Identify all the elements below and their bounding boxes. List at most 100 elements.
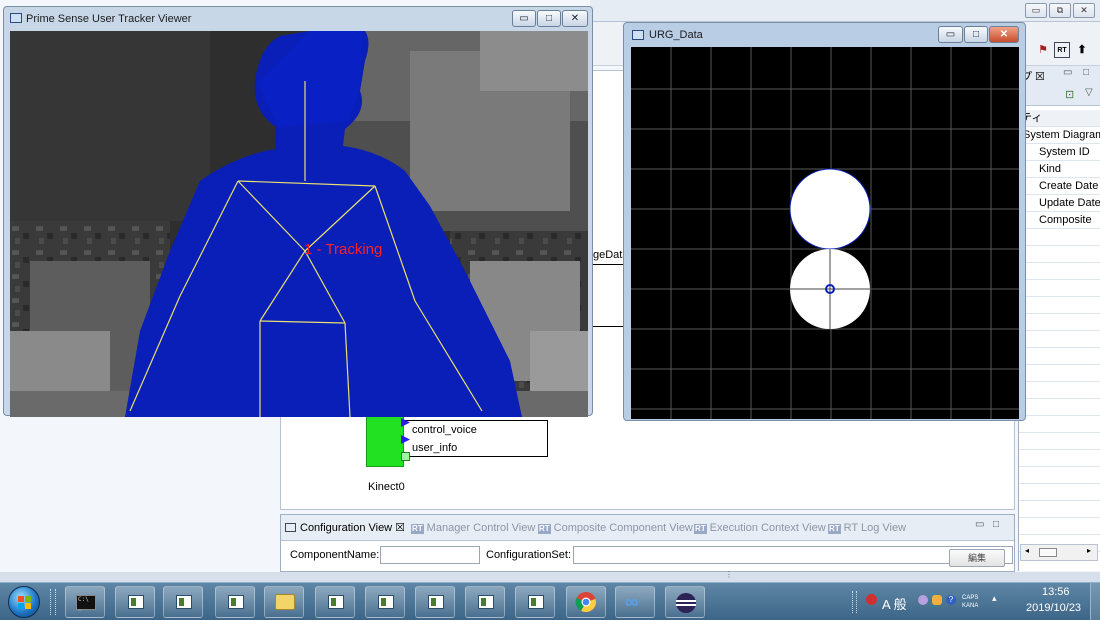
rt-toolbar-button[interactable]: RT	[1054, 42, 1070, 58]
start-button[interactable]	[8, 586, 40, 618]
port-connector-line	[593, 264, 627, 265]
detected-object-circle	[789, 168, 871, 250]
show-desktop-button[interactable]	[1090, 583, 1100, 620]
empty-property-row	[1019, 501, 1100, 518]
inport-icon[interactable]	[401, 452, 410, 461]
properties-header: プ ☒ ▭ □ ⊡ ▽	[1019, 66, 1100, 106]
urg-data-window[interactable]: URG_Data ▭ □ ✕	[623, 22, 1026, 421]
rt-perspective-icon[interactable]: ⬆	[1074, 42, 1090, 58]
config-view-minimize-icon[interactable]: ▭	[975, 519, 984, 530]
tab-rt-log-view[interactable]: RT RT Log View	[828, 520, 906, 536]
tab-composite-component-view[interactable]: RT Composite Component View	[538, 520, 693, 536]
urg-close-button[interactable]: ✕	[989, 26, 1019, 43]
taskbar-infinity-app-button[interactable]: ∞	[615, 586, 655, 618]
window-icon	[528, 595, 544, 609]
taskbar-window-button[interactable]	[515, 586, 555, 618]
window-icon	[428, 595, 444, 609]
taskbar-cmd-button[interactable]: C:\ _	[65, 586, 105, 618]
prop-row-system-diagram[interactable]: System Diagram	[1019, 127, 1100, 144]
tracker-close-button[interactable]: ✕	[562, 10, 588, 27]
empty-property-row	[1019, 433, 1100, 450]
ime-tool-icon[interactable]	[932, 595, 942, 605]
empty-property-row	[1019, 297, 1100, 314]
prop-row-composite[interactable]: Composite	[1019, 212, 1100, 229]
urg-minimize-button[interactable]: ▭	[938, 26, 963, 43]
empty-property-row	[1019, 365, 1100, 382]
empty-property-row	[1019, 484, 1100, 501]
clock-time[interactable]: 13:56	[1042, 586, 1070, 598]
connector-icon[interactable]: ⚑	[1035, 42, 1051, 58]
ime-pad-icon[interactable]	[918, 595, 928, 605]
taskbar-window-button[interactable]	[365, 586, 405, 618]
user-tracker-window[interactable]: Prime Sense User Tracker Viewer ▭ □ ✕ 1 …	[3, 6, 593, 417]
new-view-icon[interactable]: ⊡	[1065, 88, 1074, 101]
language-bar-icon[interactable]	[866, 594, 877, 605]
scroll-left-icon[interactable]: ◂	[1025, 546, 1029, 555]
urg-title-bar[interactable]: URG_Data ▭ □ ✕	[624, 23, 1025, 47]
workbench-title-bar: ▭ ⧉ ✕	[590, 0, 1100, 22]
eclipse-icon	[676, 593, 696, 613]
taskbar-explorer-button[interactable]	[264, 586, 304, 618]
properties-column-header: ティ	[1019, 110, 1100, 127]
infinity-app-icon: ∞	[625, 592, 639, 613]
workbench-restore-button[interactable]: ⧉	[1049, 3, 1071, 18]
empty-property-row	[1019, 518, 1100, 535]
port-label-control-voice: control_voice	[412, 424, 477, 436]
empty-property-row	[1019, 382, 1100, 399]
prop-row-create-date[interactable]: Create Date	[1019, 178, 1100, 195]
tab-manager-control-view[interactable]: RT Manager Control View	[411, 520, 535, 536]
view-menu-icon[interactable]: ▽	[1085, 87, 1093, 98]
help-icon[interactable]: ?	[946, 595, 956, 605]
ime-mode-indicator[interactable]: A 般	[882, 594, 907, 613]
windows-taskbar: C:\ _ ∞ A 般 ? CAPS KANA ▴ 13:56 2019/10/…	[0, 582, 1100, 620]
tracker-minimize-button[interactable]: ▭	[512, 10, 536, 27]
urg-maximize-button[interactable]: □	[964, 26, 988, 43]
taskbar-window-button[interactable]	[115, 586, 155, 618]
tracker-maximize-button[interactable]: □	[537, 10, 561, 27]
view-maximize-icon[interactable]: □	[1083, 67, 1089, 78]
taskbar-window-button[interactable]	[215, 586, 255, 618]
system-tray: A 般 ? CAPS KANA ▴ 13:56 2019/10/23	[850, 583, 1100, 620]
kana-indicator: KANA	[962, 603, 979, 609]
view-minimize-icon[interactable]: ▭	[1063, 67, 1072, 78]
properties-horizontal-scrollbar[interactable]: ◂ ▸	[1020, 544, 1098, 561]
rt-icon: RT	[694, 524, 707, 534]
config-view-maximize-icon[interactable]: □	[993, 519, 999, 530]
taskbar-window-button[interactable]	[163, 586, 203, 618]
scroll-thumb[interactable]	[1039, 548, 1057, 557]
configuration-set-field[interactable]	[573, 546, 1013, 564]
urg-scan-canvas	[631, 47, 1019, 419]
empty-property-row	[1019, 263, 1100, 280]
kinect-component[interactable]	[366, 414, 404, 467]
command-prompt-icon: C:\ _	[76, 595, 96, 611]
taskbar-window-button[interactable]	[315, 586, 355, 618]
tracker-title-bar[interactable]: Prime Sense User Tracker Viewer ▭ □ ✕	[4, 7, 592, 31]
properties-panel: プ ☒ ▭ □ ⊡ ▽ ティ System Diagram System ID …	[1018, 66, 1100, 571]
taskbar-eclipse-button[interactable]	[665, 586, 705, 618]
workbench-minimize-button[interactable]: ▭	[1025, 3, 1047, 18]
component-name-label: ComponentName:	[290, 549, 380, 561]
edit-button[interactable]: 編集	[949, 549, 1005, 567]
empty-property-row	[1019, 331, 1100, 348]
component-name-field[interactable]	[380, 546, 480, 564]
empty-property-row	[1019, 450, 1100, 467]
workbench-close-button[interactable]: ✕	[1073, 3, 1095, 18]
empty-property-row	[1019, 348, 1100, 365]
prop-row-system-id[interactable]: System ID	[1019, 144, 1100, 161]
status-grip-icon: ⋮	[725, 570, 733, 579]
tab-execution-context-view[interactable]: RT Execution Context View	[694, 520, 826, 536]
show-hidden-icons-button[interactable]: ▴	[992, 593, 997, 604]
taskbar-chrome-button[interactable]	[566, 586, 606, 618]
prop-row-kind[interactable]: Kind	[1019, 161, 1100, 178]
window-icon	[328, 595, 344, 609]
scroll-right-icon[interactable]: ▸	[1087, 546, 1091, 555]
rt-icon: RT	[828, 524, 841, 534]
clock-date[interactable]: 2019/10/23	[1026, 602, 1081, 614]
taskbar-window-button[interactable]	[465, 586, 505, 618]
window-icon	[228, 595, 244, 609]
tab-configuration-view[interactable]: Configuration View ☒	[285, 520, 405, 536]
prop-row-update-date[interactable]: Update Date	[1019, 195, 1100, 212]
empty-property-row	[1019, 467, 1100, 484]
taskbar-window-button[interactable]	[415, 586, 455, 618]
empty-property-row	[1019, 314, 1100, 331]
